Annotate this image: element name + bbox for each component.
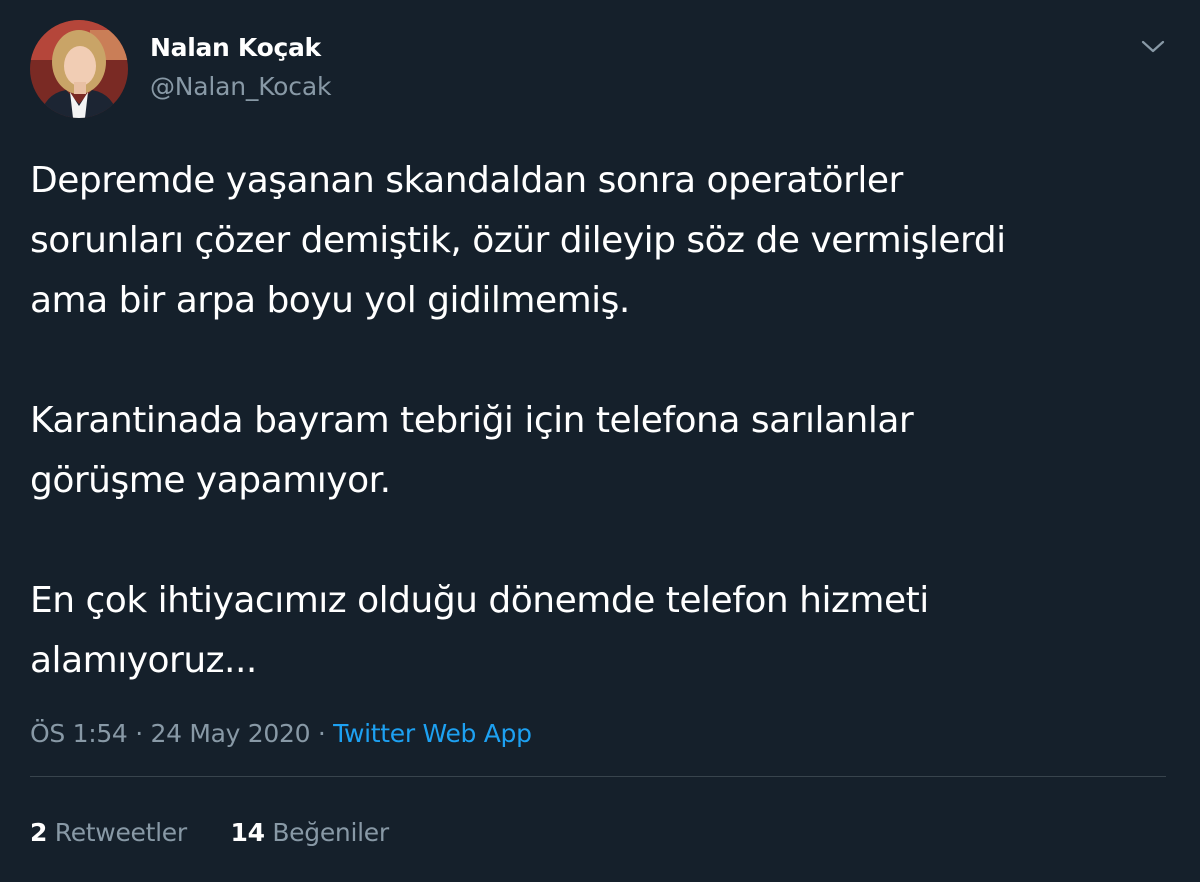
retweets-label: Retweetler xyxy=(54,818,187,847)
retweets-count: 2 xyxy=(30,818,48,847)
tweet-card: Nalan Koçak @Nalan_Kocak Depremde yaşana… xyxy=(0,0,1200,882)
divider xyxy=(30,776,1166,777)
author-display-name[interactable]: Nalan Koçak xyxy=(150,33,321,62)
tweet-source-link[interactable]: Twitter Web App xyxy=(333,719,532,748)
chevron-down-icon[interactable] xyxy=(1138,34,1168,58)
meta-separator: · xyxy=(310,719,334,748)
author-handle[interactable]: @Nalan_Kocak xyxy=(150,72,331,101)
tweet-text: Depremde yaşanan skandaldan sonra operat… xyxy=(30,151,1180,691)
tweet-stats: 2 Retweetler 14 Beğeniler xyxy=(30,818,389,847)
retweets-stat[interactable]: 2 Retweetler xyxy=(30,818,187,847)
meta-separator: · xyxy=(127,719,151,748)
tweet-text-line: ama bir arpa boyu yol gidilmemiş. xyxy=(30,280,630,321)
tweet-time[interactable]: ÖS 1:54 xyxy=(30,719,128,748)
likes-count: 14 xyxy=(230,818,265,847)
tweet-metadata: ÖS 1:54 · 24 May 2020 · Twitter Web App xyxy=(30,719,532,748)
likes-label: Beğeniler xyxy=(272,818,389,847)
avatar[interactable] xyxy=(30,20,128,118)
tweet-text-line: sorunları çözer demiştik, özür dileyip s… xyxy=(30,220,1006,261)
tweet-text-line: alamıyoruz... xyxy=(30,640,257,681)
likes-stat[interactable]: 14 Beğeniler xyxy=(230,818,389,847)
tweet-text-line: En çok ihtiyacımız olduğu dönemde telefo… xyxy=(30,580,929,621)
tweet-text-line: Depremde yaşanan skandaldan sonra operat… xyxy=(30,160,903,201)
tweet-text-line: Karantinada bayram tebriği için telefona… xyxy=(30,400,914,441)
tweet-text-line: görüşme yapamıyor. xyxy=(30,460,391,501)
tweet-date[interactable]: 24 May 2020 xyxy=(151,719,311,748)
